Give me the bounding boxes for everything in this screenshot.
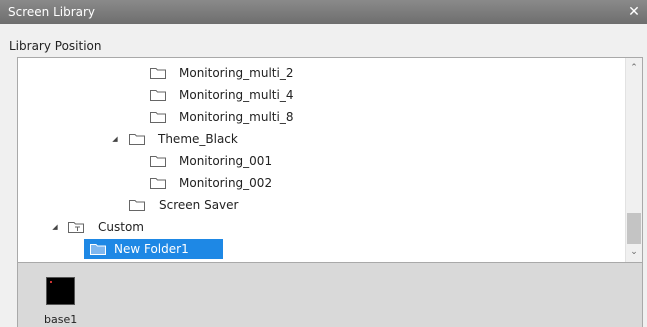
scroll-thumb[interactable] — [627, 213, 641, 244]
folder-icon — [150, 90, 166, 101]
folder-icon — [150, 178, 166, 189]
scroll-up-icon[interactable]: ⌃ — [626, 60, 642, 76]
window-titlebar: Screen Library ✕ — [0, 0, 647, 24]
close-icon[interactable]: ✕ — [625, 3, 643, 21]
tree-node-label: New Folder1 — [108, 239, 223, 259]
tree-node-label: Theme_Black — [158, 132, 238, 146]
expand-arrow-icon[interactable]: ◢ — [50, 216, 60, 238]
library-position-label: Library Position — [9, 39, 102, 53]
scroll-down-icon[interactable]: ⌄ — [626, 244, 642, 260]
folder-icon — [150, 156, 166, 167]
library-tree[interactable]: Monitoring_multi_2 Monitoring_multi_4 Mo… — [17, 57, 643, 263]
screen-thumbnail-base1[interactable]: base1 — [44, 277, 77, 326]
tree-vertical-scrollbar[interactable]: ⌃ ⌄ — [625, 58, 642, 262]
window-title: Screen Library — [8, 5, 96, 19]
folder-icon — [150, 112, 166, 123]
folder-icon — [129, 200, 145, 211]
thumbnail-marker — [50, 281, 52, 283]
folder-icon — [129, 134, 145, 145]
tree-node-label: Custom — [98, 220, 144, 234]
tree-node-label: Monitoring_multi_2 — [179, 66, 294, 80]
screen-thumbnail-label: base1 — [44, 313, 78, 326]
tree-node-label: Screen Saver — [159, 198, 239, 212]
tree-node-label: Monitoring_multi_8 — [179, 110, 294, 124]
folder-icon — [150, 68, 166, 79]
tree-node-label: Monitoring_002 — [179, 176, 273, 190]
tree-node-label: Monitoring_001 — [179, 154, 273, 168]
tree-node-label: Monitoring_multi_4 — [179, 88, 294, 102]
screen-thumbnail-image — [46, 277, 75, 305]
screen-preview-panel: base1 — [17, 263, 643, 327]
expand-arrow-icon[interactable]: ◢ — [110, 128, 120, 150]
custom-folder-icon — [68, 222, 84, 233]
folder-open-icon — [90, 244, 106, 255]
